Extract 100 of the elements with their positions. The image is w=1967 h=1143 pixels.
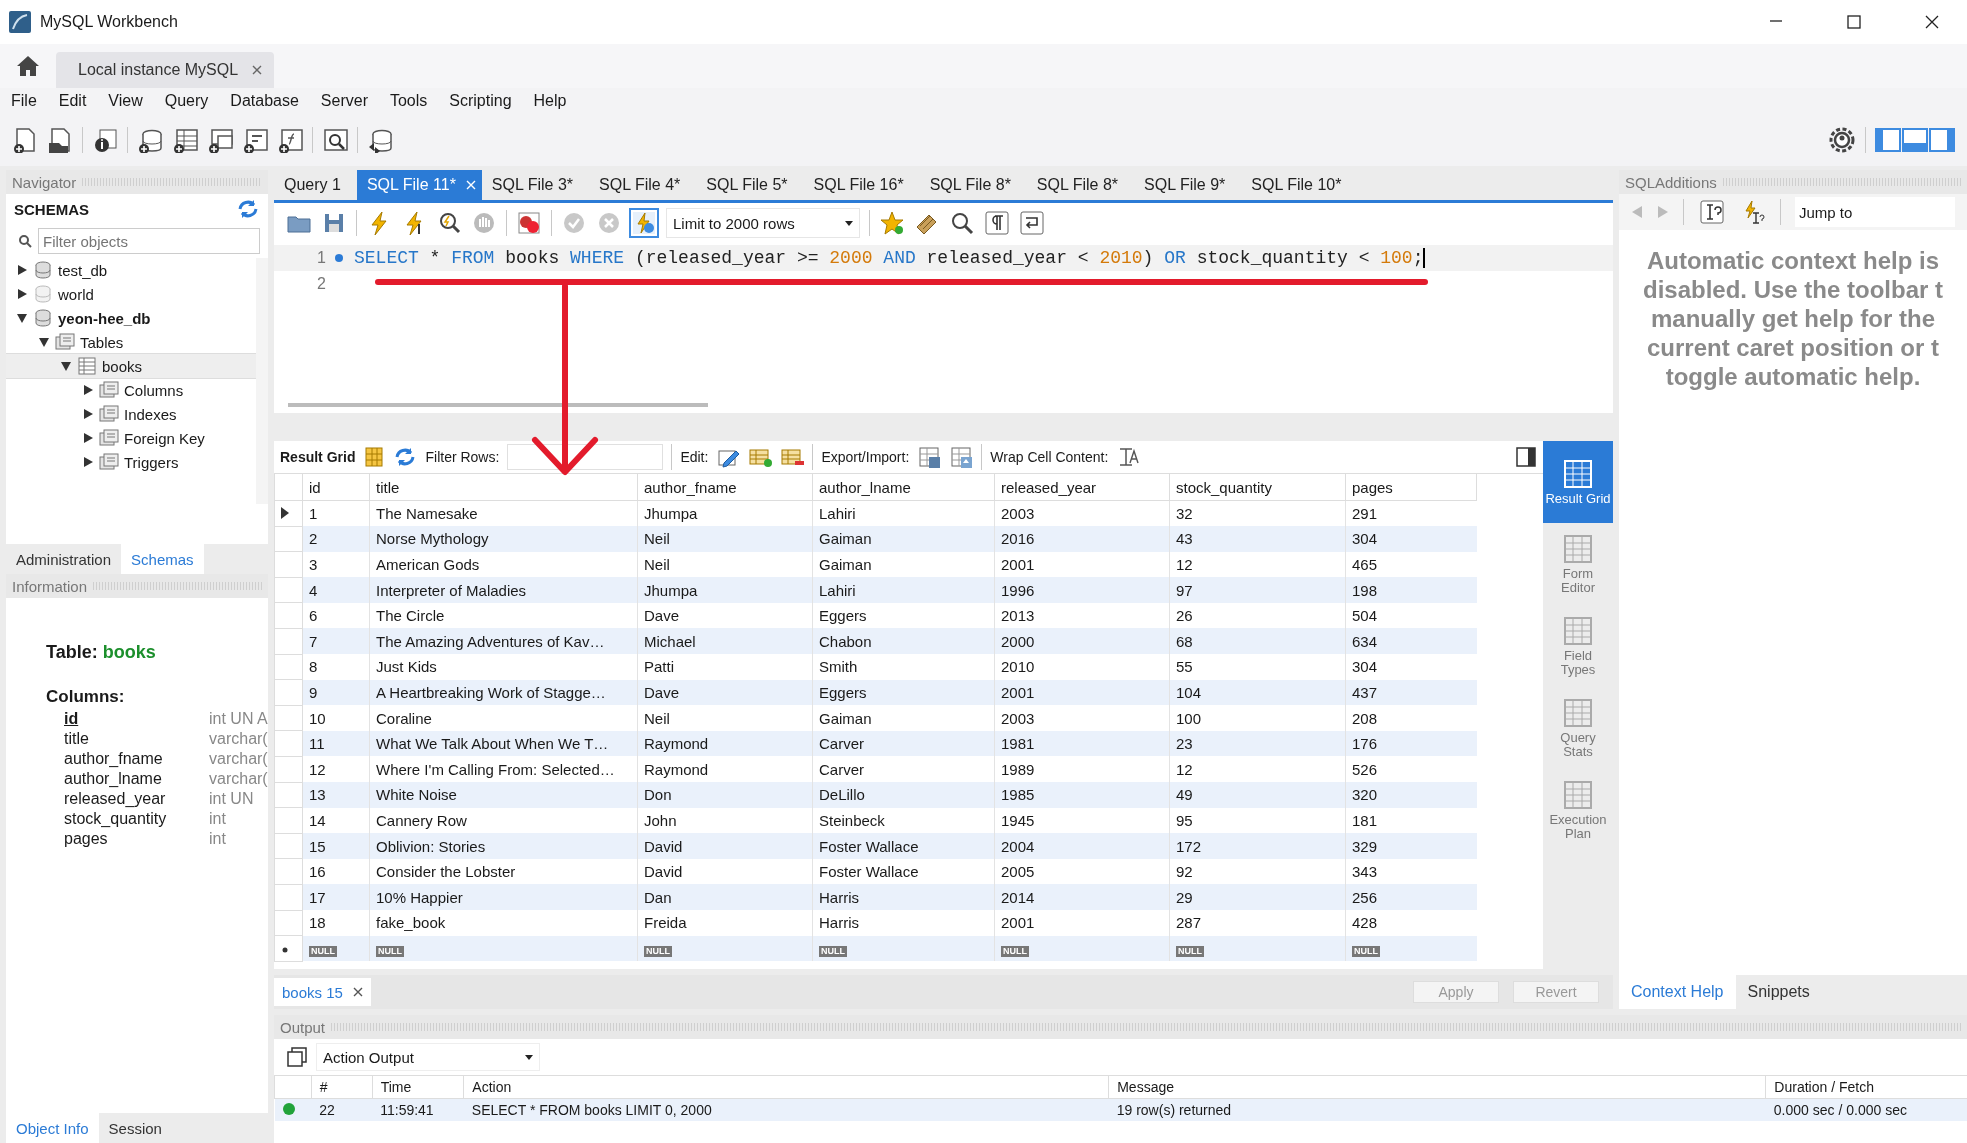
tree-row[interactable]: world: [6, 282, 256, 306]
query-tab[interactable]: SQL File 16*: [803, 170, 920, 200]
output-mode-dropdown[interactable]: Action Output: [316, 1043, 540, 1071]
layout-toggles-icon[interactable]: [1875, 128, 1955, 152]
copy-icon[interactable]: [286, 1046, 308, 1068]
menu-item[interactable]: Edit: [47, 92, 98, 110]
filter-field[interactable]: Filter objects: [38, 228, 260, 254]
pilcrow-icon[interactable]: [984, 210, 1010, 236]
column-header[interactable]: Time: [372, 1075, 464, 1099]
star-icon[interactable]: [879, 210, 905, 236]
view-button[interactable]: Form Editor: [1543, 523, 1613, 605]
tree-row[interactable]: Columns: [6, 378, 256, 402]
menu-item[interactable]: Help: [522, 92, 578, 110]
connection-tab[interactable]: Local instance MySQL: [56, 52, 275, 88]
expand-arrow-icon[interactable]: [82, 384, 94, 396]
menu-item[interactable]: File: [0, 92, 48, 110]
autocommit-icon[interactable]: [631, 210, 657, 236]
expand-arrow-icon[interactable]: [16, 312, 28, 324]
query-tab[interactable]: SQL File 8*: [1026, 170, 1135, 200]
tree-row[interactable]: Indexes: [6, 402, 256, 426]
tree-row[interactable]: Foreign Key: [6, 426, 256, 450]
new-table-icon[interactable]: [172, 127, 198, 153]
tree-row[interactable]: test_db: [6, 258, 256, 282]
table-search-icon[interactable]: [322, 127, 348, 153]
expand-arrow-icon[interactable]: [60, 360, 72, 372]
column-header[interactable]: author_fname: [637, 474, 813, 501]
view-button[interactable]: Execution Plan: [1543, 769, 1613, 851]
panel-tab[interactable]: Session: [98, 1113, 172, 1143]
column-header[interactable]: #: [311, 1075, 373, 1099]
menu-item[interactable]: Scripting: [438, 92, 523, 110]
new-database-icon[interactable]: [137, 127, 163, 153]
panel-tab[interactable]: Administration: [6, 544, 122, 574]
tree-row[interactable]: Tables: [6, 330, 256, 354]
panel-toggle-icon[interactable]: [1515, 446, 1537, 468]
query-tab[interactable]: SQL File 8*: [919, 170, 1027, 200]
database-arrows-icon[interactable]: [367, 127, 393, 153]
query-tab[interactable]: SQL File 3*: [481, 170, 590, 200]
panel-tab[interactable]: Schemas: [121, 544, 204, 574]
column-header[interactable]: Action: [463, 1075, 1109, 1099]
view-button[interactable]: Result Grid: [1543, 441, 1613, 523]
query-tab[interactable]: SQL File 11*: [356, 170, 482, 200]
refresh-icon[interactable]: [236, 198, 258, 220]
view-button[interactable]: Field Types: [1543, 605, 1613, 687]
panel-tab[interactable]: Context Help: [1619, 975, 1736, 1009]
menu-item[interactable]: View: [97, 92, 154, 110]
menu-item[interactable]: Server: [309, 92, 379, 110]
settings-icon[interactable]: [1828, 126, 1856, 154]
folder-icon: [99, 428, 119, 448]
query-tab[interactable]: SQL File 4*: [589, 170, 697, 200]
new-view-icon[interactable]: [207, 127, 233, 153]
row-header[interactable]: [274, 500, 303, 527]
close-icon[interactable]: [352, 987, 363, 997]
expand-arrow-icon[interactable]: [16, 288, 28, 300]
maximize-icon[interactable]: [1846, 14, 1862, 30]
column-header[interactable]: Duration / Fetch: [1765, 1075, 1967, 1099]
column-header[interactable]: id: [302, 474, 370, 501]
wrap-icon[interactable]: [1019, 210, 1045, 236]
result-tab[interactable]: books 15: [274, 978, 371, 1006]
open-document-icon[interactable]: [47, 127, 73, 153]
query-tab[interactable]: SQL File 9*: [1134, 170, 1242, 200]
limit-dropdown[interactable]: Limit to 2000 rows: [666, 208, 860, 238]
home-icon[interactable]: [16, 55, 40, 77]
column-header[interactable]: stock_quantity: [1169, 474, 1346, 501]
menu-item[interactable]: Query: [153, 92, 220, 110]
check-icon[interactable]: [561, 210, 587, 236]
column-header[interactable]: released_year: [994, 474, 1170, 501]
search-icon[interactable]: [949, 210, 975, 236]
query-tab[interactable]: SQL File 5*: [696, 170, 804, 200]
column-header[interactable]: pages: [1345, 474, 1477, 501]
panel-tab[interactable]: Snippets: [1735, 975, 1822, 1009]
menu-item[interactable]: Database: [219, 92, 310, 110]
info-icon[interactable]: [92, 127, 118, 153]
view-button[interactable]: Query Stats: [1543, 687, 1613, 769]
jump-to-dropdown[interactable]: Jump to: [1795, 197, 1955, 227]
scrollbar[interactable]: [288, 403, 708, 407]
table-cell: 8: [302, 654, 370, 680]
error-stop-icon[interactable]: [516, 210, 542, 236]
expand-arrow-icon[interactable]: [82, 456, 94, 468]
column-header[interactable]: Message: [1108, 1075, 1766, 1099]
query-tab[interactable]: Query 1: [274, 170, 357, 200]
help-cursor-icon[interactable]: [1698, 198, 1726, 226]
expand-arrow-icon[interactable]: [16, 264, 28, 276]
export-icon[interactable]: [917, 445, 942, 469]
tree-row[interactable]: yeon-hee_db: [6, 306, 256, 330]
query-tab[interactable]: SQL File 10*: [1241, 170, 1358, 200]
new-function-icon[interactable]: [277, 127, 303, 153]
column-header[interactable]: title: [369, 474, 638, 501]
tree-row[interactable]: books: [6, 354, 256, 378]
panel-tab[interactable]: Object Info: [6, 1113, 99, 1143]
import-icon[interactable]: [949, 445, 974, 469]
tree-row[interactable]: Triggers: [6, 450, 256, 474]
table-columns-icon[interactable]: [363, 445, 386, 469]
expand-arrow-icon[interactable]: [82, 432, 94, 444]
expand-arrow-icon[interactable]: [82, 408, 94, 420]
menu-item[interactable]: Tools: [378, 92, 439, 110]
new-routine-icon[interactable]: [242, 127, 268, 153]
expand-arrow-icon[interactable]: [38, 336, 50, 348]
close-icon[interactable]: [1924, 14, 1940, 30]
column-header[interactable]: author_lname: [812, 474, 995, 501]
new-document-icon[interactable]: [12, 127, 38, 153]
